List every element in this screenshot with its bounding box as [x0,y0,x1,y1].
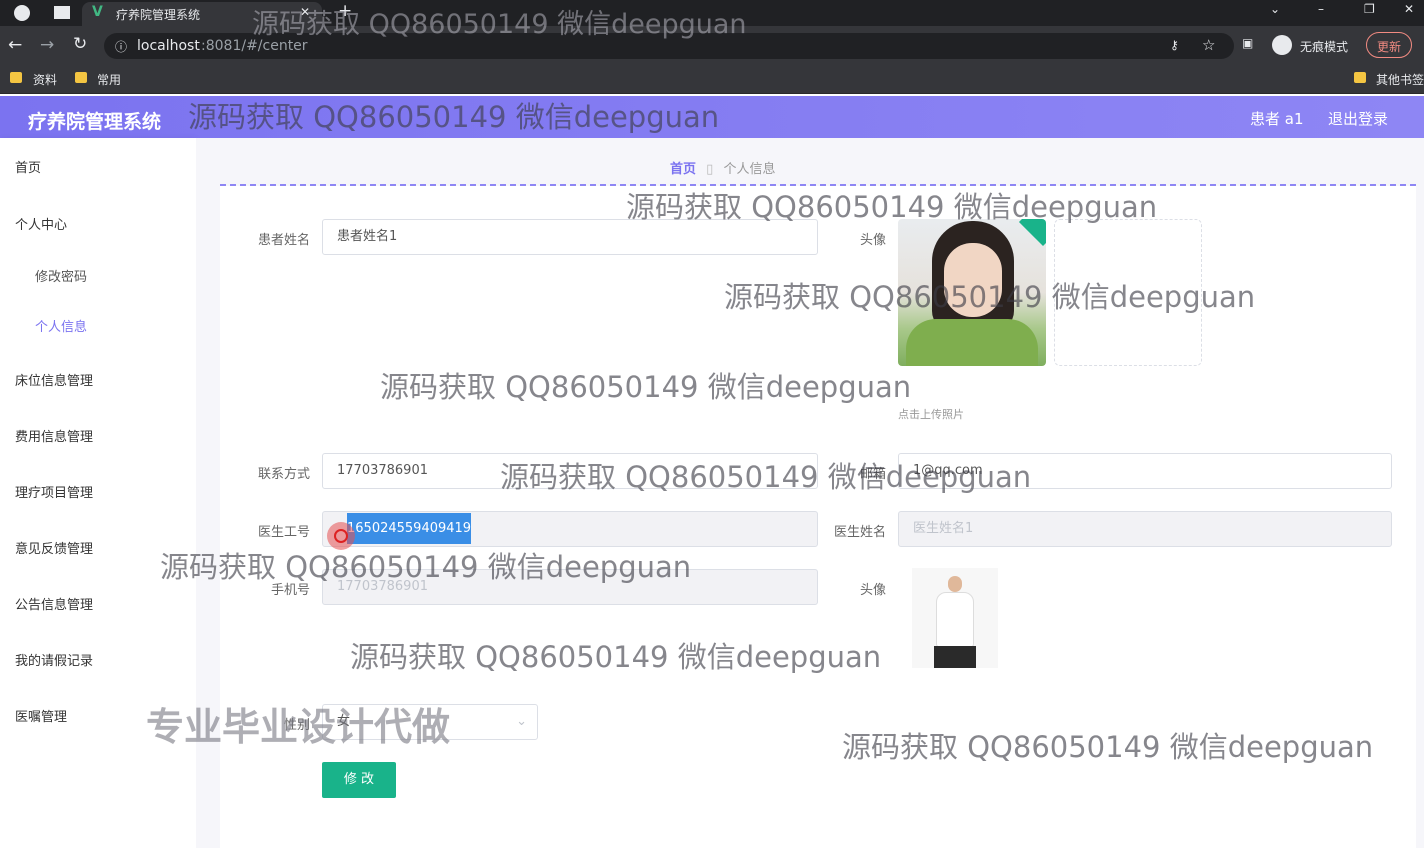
browser-profile-icon[interactable] [14,5,30,21]
site-info-icon[interactable]: ⓘ [115,38,127,55]
sidebar-item-personal-info[interactable]: 个人信息 [35,316,87,335]
sidebar-item-notice[interactable]: 公告信息管理 [15,594,93,613]
watermark: 源码获取 QQ86050149 微信deepguan [188,100,720,134]
update-button[interactable]: 更新 [1366,32,1413,58]
folder-icon [1354,72,1366,83]
avatar-label: 头像 [859,233,886,248]
sidebar-item-therapy[interactable]: 理疗项目管理 [15,482,93,501]
watermark: 源码获取 QQ86050149 微信deepguan [500,460,1032,494]
back-icon[interactable]: ← [8,35,22,55]
key-icon[interactable]: ⚷ [1170,38,1179,52]
sidebar-item-leave[interactable]: 我的请假记录 [15,650,93,669]
side-panel-icon[interactable]: ▣ [1242,36,1253,50]
doctor-avatar-label: 头像 [859,583,886,598]
watermark: 源码获取 QQ86050149 微信deepguan [380,370,912,404]
doctor-coat-shape [936,592,974,648]
watermark: 源码获取 QQ86050149 微信deepguan [252,9,747,40]
doctor-id-label: 医生工号 [257,525,310,540]
minimize-icon[interactable]: – [1318,2,1324,16]
sidebar-item-fee[interactable]: 费用信息管理 [15,426,93,445]
watermark: 源码获取 QQ86050149 微信deepguan [626,190,1158,224]
sidebar-item-feedback[interactable]: 意见反馈管理 [15,538,93,557]
window-close-icon[interactable]: ✕ [1404,2,1414,16]
submit-button[interactable]: 修 改 [322,762,396,798]
sidebar-item-home[interactable]: 首页 [15,157,41,176]
incognito-label: 无痕模式 [1300,40,1349,54]
doctor-head-shape [948,576,962,592]
sidebar-item-bed[interactable]: 床位信息管理 [15,370,93,389]
bookmark-star-icon[interactable]: ☆ [1202,36,1215,54]
tab-list-icon[interactable]: ⌄ [1270,2,1280,16]
doctor-name-label: 医生姓名 [833,525,886,540]
doctor-id-input[interactable]: 165024559409419 [322,511,818,547]
watermark: 源码获取 QQ86050149 微信deepguan [350,640,882,674]
other-bookmarks[interactable]: 其他书签 [1376,71,1424,88]
doctor-avatar-image [912,568,998,668]
forward-icon[interactable]: → [40,35,54,55]
maximize-icon[interactable]: ❐ [1364,2,1375,16]
not-allowed-ring-shape [334,529,348,543]
tab-search-icon[interactable] [54,6,70,19]
patient-name-label: 患者姓名 [257,233,310,248]
watermark: 源码获取 QQ86050149 微信deepguan [160,550,692,584]
folder-icon [10,72,22,83]
watermark: 源码获取 QQ86050149 微信deepguan [724,280,1256,314]
breadcrumb-current: 个人信息 [723,162,776,177]
reload-icon[interactable]: ↻ [73,34,87,54]
doctor-name-input[interactable]: 医生姓名1 [898,511,1392,547]
chevron-down-icon: ⌄ [516,714,527,729]
folder-icon [75,72,87,83]
avatar-sweater-shape [906,319,1038,366]
breadcrumb-home[interactable]: 首页 [670,162,696,177]
app-title: 疗养院管理系统 [28,111,162,133]
sidebar-item-change-password[interactable]: 修改密码 [35,266,87,285]
watermark: 源码获取 QQ86050149 微信deepguan [842,730,1374,764]
breadcrumb-separator-icon: ▯ [706,162,714,177]
current-user: 患者 a1 [1250,110,1304,128]
bookmark-folder-label[interactable]: 资料 [33,71,57,88]
bookmarks-bar: 资料 常用 其他书签 [0,64,1424,94]
incognito-icon[interactable] [1272,35,1292,55]
doctor-id-selected-text: 165024559409419 [347,513,472,544]
upload-hint: 点击上传照片 [898,408,964,421]
doctor-pants-shape [934,646,976,668]
contact-label: 联系方式 [257,467,310,482]
vue-logo-icon: V [92,4,103,20]
sidebar-item-personal-center[interactable]: 个人中心 [15,214,67,233]
url-host: localhost [137,38,200,54]
tab-title: 疗养院管理系统 [116,8,201,22]
bookmark-folder-label[interactable]: 常用 [97,71,121,88]
logout-link[interactable]: 退出登录 [1328,108,1388,129]
breadcrumb: 首页 ▯ 个人信息 [670,158,775,177]
sidebar-item-advice[interactable]: 医嘱管理 [15,706,67,725]
watermark-promo: 专业毕业设计代做 [146,705,451,749]
